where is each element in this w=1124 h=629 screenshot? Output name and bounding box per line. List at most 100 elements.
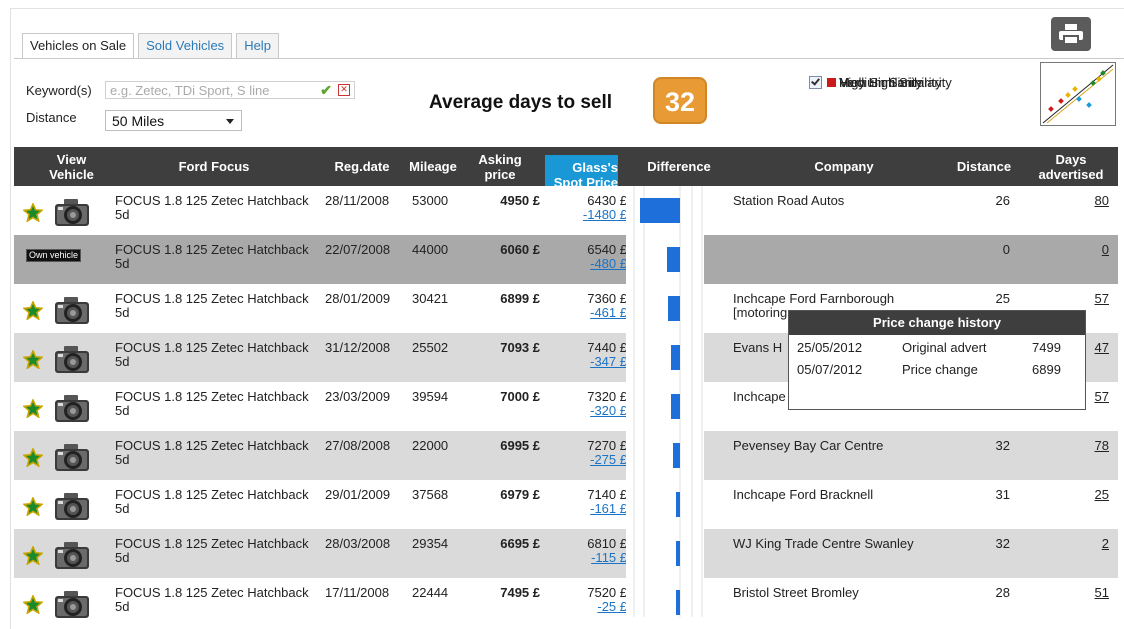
- chevron-down-icon: [226, 119, 234, 124]
- mileage-cell: 39594: [412, 389, 449, 404]
- distance-cell: 31: [995, 487, 1010, 502]
- col-distance[interactable]: Distance: [949, 147, 1019, 186]
- price-difference-link[interactable]: -25 £: [561, 600, 627, 614]
- clear-x-icon[interactable]: ✕: [338, 84, 350, 96]
- price-difference-link[interactable]: -480 £: [561, 257, 627, 271]
- table-row[interactable]: FOCUS 1.8 125 Zetec Hatchback 5d 28/03/2…: [14, 529, 1118, 578]
- camera-icon[interactable]: [53, 294, 91, 329]
- average-days-badge: 32: [653, 77, 707, 124]
- star-icon[interactable]: [21, 349, 45, 372]
- medium-swatch: [827, 77, 836, 87]
- tab-vehicles-on-sale[interactable]: Vehicles on Sale: [22, 33, 135, 59]
- difference-bar: [676, 541, 680, 566]
- model-cell: FOCUS 1.8 125 Zetec Hatchback 5d: [115, 438, 309, 467]
- days-advertised-link[interactable]: 25: [1089, 488, 1109, 502]
- spot-price-cell: 6810 £ -115 £: [561, 537, 627, 565]
- camera-icon[interactable]: [53, 392, 91, 427]
- spot-price-cell: 7520 £ -25 £: [561, 586, 627, 614]
- col-company[interactable]: Company: [754, 147, 934, 186]
- tooltip-date: 05/07/2012: [797, 362, 863, 377]
- reg-date-cell: 28/11/2008: [325, 193, 390, 208]
- col-difference[interactable]: Difference: [634, 147, 724, 186]
- star-icon[interactable]: [21, 594, 45, 617]
- company-cell: Bristol Street Bromley: [733, 585, 859, 600]
- difference-bar: [671, 394, 680, 419]
- spot-price-cell: 7320 £ -320 £: [561, 390, 627, 418]
- spot-price-value: 7440 £: [587, 340, 627, 355]
- spot-price-cell: 7140 £ -161 £: [561, 488, 627, 516]
- spot-price-value: 6540 £: [587, 242, 627, 257]
- table-row[interactable]: FOCUS 1.8 125 Zetec Hatchback 5d 17/11/2…: [14, 578, 1118, 627]
- distance-cell: 25: [995, 291, 1010, 306]
- price-difference-link[interactable]: -320 £: [561, 404, 627, 418]
- difference-bar: [676, 492, 680, 517]
- spot-price-value: 6810 £: [587, 536, 627, 551]
- days-advertised-link[interactable]: 51: [1089, 586, 1109, 600]
- camera-icon[interactable]: [53, 588, 91, 623]
- distance-label: Distance: [26, 110, 77, 125]
- days-advertised-link[interactable]: 80: [1089, 194, 1109, 208]
- print-button[interactable]: [1051, 17, 1091, 51]
- mileage-cell: 29354: [412, 536, 449, 551]
- col-model[interactable]: Ford Focus: [154, 147, 274, 186]
- mileage-cell: 53000: [412, 193, 449, 208]
- camera-icon[interactable]: [53, 539, 91, 574]
- days-advertised-link[interactable]: 57: [1089, 390, 1109, 404]
- medium-checkbox[interactable]: [809, 75, 822, 89]
- company-cell: Inchcape Ford Bracknell: [733, 487, 874, 502]
- mileage-cell: 37568: [412, 487, 449, 502]
- tooltip-date: 25/05/2012: [797, 340, 863, 355]
- mileage-cell: 22000: [412, 438, 449, 453]
- col-days-advertised[interactable]: Days advertised: [1031, 147, 1111, 186]
- reg-date-cell: 27/08/2008: [325, 438, 391, 453]
- mileage-cell: 44000: [412, 242, 449, 257]
- table-row[interactable]: FOCUS 1.8 125 Zetec Hatchback 5d 27/08/2…: [14, 431, 1118, 480]
- camera-icon[interactable]: [53, 490, 91, 525]
- star-icon[interactable]: [21, 202, 45, 225]
- star-icon[interactable]: [21, 447, 45, 470]
- mileage-cell: 30421: [412, 291, 449, 306]
- camera-icon[interactable]: [53, 441, 91, 476]
- price-difference-link[interactable]: -275 £: [561, 453, 627, 467]
- distance-select[interactable]: 50 Miles: [105, 110, 242, 131]
- tab-help[interactable]: Help: [236, 33, 279, 58]
- difference-bar: [671, 345, 680, 370]
- days-advertised-link[interactable]: 57: [1089, 292, 1109, 306]
- mileage-cell: 25502: [412, 340, 449, 355]
- price-difference-link[interactable]: -1480 £: [561, 208, 627, 222]
- keyword-input[interactable]: e.g. Zetec, TDi Sport, S line ✔ ✕: [105, 81, 355, 99]
- table-row[interactable]: FOCUS 1.8 125 Zetec Hatchback 5d 29/01/2…: [14, 480, 1118, 529]
- asking-price-cell: 6060 £: [500, 242, 540, 257]
- spot-price-cell: 6430 £ -1480 £: [561, 194, 627, 222]
- own-vehicle-badge: Own vehicle: [26, 249, 82, 262]
- col-view-vehicle[interactable]: View Vehicle: [44, 147, 99, 186]
- days-advertised-link[interactable]: 2: [1089, 537, 1109, 551]
- camera-icon[interactable]: [53, 196, 91, 231]
- days-advertised-link[interactable]: 47: [1089, 341, 1109, 355]
- price-difference-link[interactable]: -161 £: [561, 502, 627, 516]
- price-difference-link[interactable]: -115 £: [561, 551, 627, 565]
- col-reg-date[interactable]: Reg.date: [327, 147, 397, 186]
- col-mileage[interactable]: Mileage: [402, 147, 464, 186]
- tab-sold-vehicles[interactable]: Sold Vehicles: [138, 33, 233, 58]
- price-difference-link[interactable]: -461 £: [561, 306, 627, 320]
- col-asking-price[interactable]: Asking price: [475, 147, 525, 186]
- model-cell: FOCUS 1.8 125 Zetec Hatchback 5d: [115, 193, 309, 222]
- results-table-header: View Vehicle Ford Focus Reg.date Mileage…: [14, 147, 1118, 194]
- star-icon[interactable]: [21, 398, 45, 421]
- keyword-label: Keyword(s): [26, 83, 92, 98]
- star-icon[interactable]: [21, 300, 45, 323]
- own-vehicle-row[interactable]: Own vehicle FOCUS 1.8 125 Zetec Hatchbac…: [14, 235, 1118, 284]
- difference-bar: [673, 443, 680, 468]
- table-row[interactable]: FOCUS 1.8 125 Zetec Hatchback 5d 28/11/2…: [14, 186, 1118, 235]
- star-icon[interactable]: [21, 545, 45, 568]
- days-advertised-link[interactable]: 78: [1089, 439, 1109, 453]
- apply-check-icon[interactable]: ✔: [320, 82, 332, 99]
- camera-icon[interactable]: [53, 343, 91, 378]
- difference-bar: [667, 247, 680, 272]
- star-icon[interactable]: [21, 496, 45, 519]
- model-cell: FOCUS 1.8 125 Zetec Hatchback 5d: [115, 536, 309, 565]
- days-advertised-link[interactable]: 0: [1089, 243, 1109, 257]
- scatter-thumbnail[interactable]: [1040, 62, 1116, 126]
- price-difference-link[interactable]: -347 £: [561, 355, 627, 369]
